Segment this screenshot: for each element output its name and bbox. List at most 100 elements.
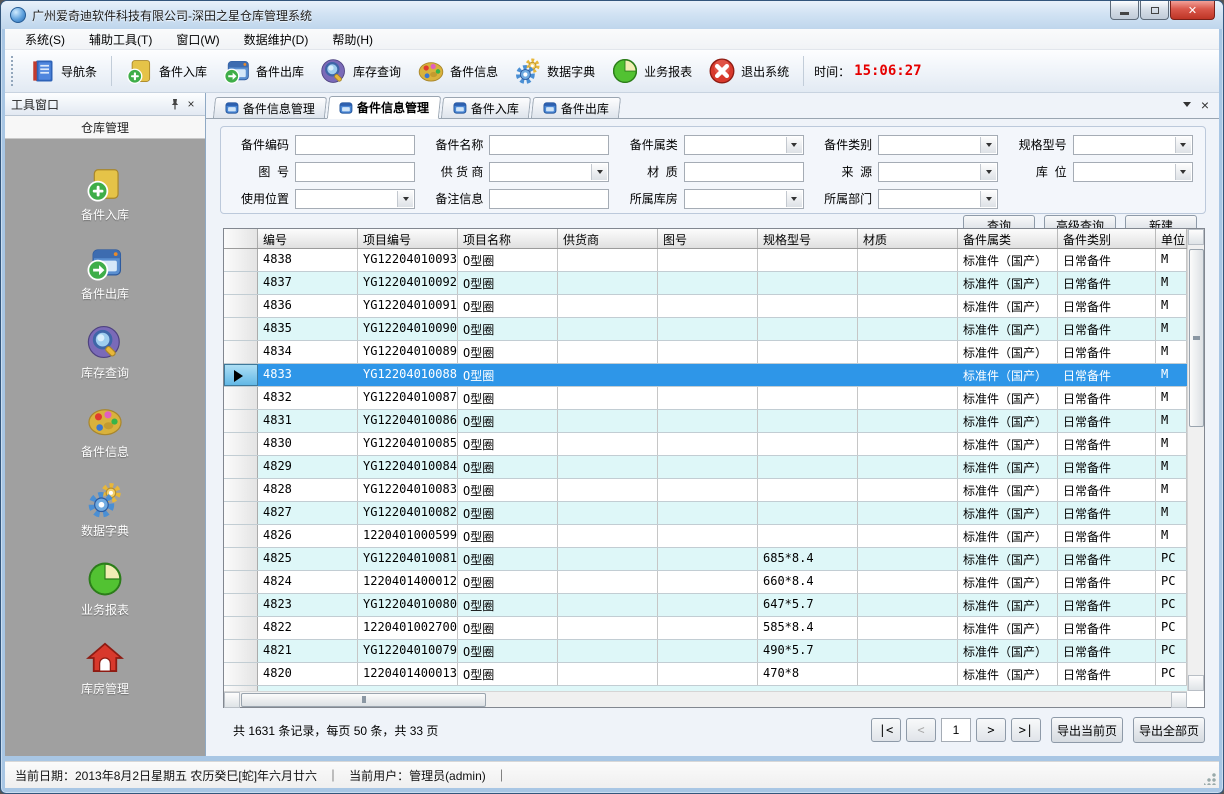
table-cell[interactable] — [858, 341, 958, 363]
table-cell[interactable] — [758, 387, 858, 409]
table-cell[interactable]: 日常备件 — [1058, 525, 1156, 547]
table-cell[interactable] — [658, 364, 758, 386]
table-cell[interactable] — [658, 272, 758, 294]
table-cell[interactable]: 4835 — [258, 318, 358, 340]
table-cell[interactable]: YG12204010087 — [358, 387, 458, 409]
table-cell[interactable]: 4833 — [258, 364, 358, 386]
location-select[interactable] — [1073, 162, 1193, 182]
table-cell[interactable]: 标准件（国产） — [958, 571, 1058, 593]
table-cell[interactable] — [558, 387, 658, 409]
table-cell[interactable] — [658, 617, 758, 639]
export-all-pages-button[interactable]: 导出全部页 — [1133, 717, 1205, 743]
table-cell[interactable]: 日常备件 — [1058, 571, 1156, 593]
toolbar-button-navbar[interactable]: 导航条 — [20, 53, 105, 89]
chevron-down-icon[interactable] — [786, 191, 802, 207]
material-input[interactable] — [684, 162, 804, 182]
row-selector[interactable] — [224, 364, 258, 386]
table-row[interactable]: 48241220401400012O型圈660*8.4标准件（国产）日常备件PC — [224, 571, 1187, 594]
table-cell[interactable]: M — [1156, 341, 1187, 363]
table-cell[interactable] — [858, 433, 958, 455]
table-row[interactable]: 4825YG12204010081O型圈685*8.4标准件（国产）日常备件PC — [224, 548, 1187, 571]
row-selector[interactable] — [224, 341, 258, 363]
table-cell[interactable] — [858, 502, 958, 524]
row-selector[interactable] — [224, 272, 258, 294]
menu-item-aux-tools[interactable]: 辅助工具(T) — [77, 29, 164, 50]
table-cell[interactable]: O型圈 — [458, 410, 558, 432]
row-selector[interactable] — [224, 663, 258, 685]
table-cell[interactable]: O型圈 — [458, 571, 558, 593]
table-cell[interactable]: 685*8.4 — [758, 548, 858, 570]
table-cell[interactable]: M — [1156, 410, 1187, 432]
table-cell[interactable]: 日常备件 — [1058, 433, 1156, 455]
column-header[interactable]: 供货商 — [558, 229, 658, 248]
table-cell[interactable] — [858, 640, 958, 662]
table-cell[interactable] — [658, 387, 758, 409]
table-row[interactable]: 4836YG12204010091O型圈标准件（国产）日常备件M — [224, 295, 1187, 318]
table-cell[interactable] — [558, 341, 658, 363]
table-cell[interactable]: YG12204010080 — [358, 594, 458, 616]
table-cell[interactable] — [858, 387, 958, 409]
row-selector[interactable] — [224, 456, 258, 478]
chevron-down-icon[interactable] — [397, 191, 413, 207]
column-header[interactable]: 项目编号 — [358, 229, 458, 248]
table-cell[interactable]: M — [1156, 479, 1187, 501]
tab-1[interactable]: 备件信息管理 — [213, 97, 327, 118]
table-cell[interactable]: 1220401000599 — [358, 525, 458, 547]
table-cell[interactable]: YG12204010088 — [358, 364, 458, 386]
table-cell[interactable]: 日常备件 — [1058, 295, 1156, 317]
table-cell[interactable]: O型圈 — [458, 502, 558, 524]
table-cell[interactable]: 标准件（国产） — [958, 318, 1058, 340]
row-selector[interactable] — [224, 479, 258, 501]
table-cell[interactable]: 标准件（国产） — [958, 456, 1058, 478]
table-cell[interactable]: 标准件（国产） — [958, 640, 1058, 662]
scroll-down-icon[interactable] — [1188, 675, 1204, 691]
table-cell[interactable] — [858, 364, 958, 386]
table-cell[interactable]: 日常备件 — [1058, 387, 1156, 409]
table-cell[interactable]: M — [1156, 433, 1187, 455]
table-cell[interactable] — [658, 502, 758, 524]
table-row[interactable]: 4827YG12204010082O型圈标准件（国产）日常备件M — [224, 502, 1187, 525]
table-cell[interactable]: 日常备件 — [1058, 341, 1156, 363]
part-name-input[interactable] — [489, 135, 609, 155]
table-cell[interactable] — [858, 663, 958, 685]
table-cell[interactable] — [558, 663, 658, 685]
column-header[interactable]: 编号 — [258, 229, 358, 248]
table-cell[interactable] — [858, 318, 958, 340]
table-cell[interactable] — [758, 502, 858, 524]
toolbar-grip[interactable] — [11, 56, 15, 86]
row-selector[interactable] — [224, 571, 258, 593]
table-cell[interactable]: O型圈 — [458, 295, 558, 317]
table-cell[interactable]: M — [1156, 387, 1187, 409]
table-cell[interactable]: M — [1156, 249, 1187, 271]
table-row[interactable]: 4838YG12204010093O型圈标准件（国产）日常备件M — [224, 249, 1187, 272]
table-cell[interactable] — [758, 410, 858, 432]
table-cell[interactable]: 日常备件 — [1058, 364, 1156, 386]
table-cell[interactable] — [758, 272, 858, 294]
table-cell[interactable] — [658, 571, 758, 593]
table-cell[interactable]: 日常备件 — [1058, 548, 1156, 570]
pin-icon[interactable] — [167, 96, 183, 112]
table-cell[interactable]: YG12204010090 — [358, 318, 458, 340]
table-cell[interactable] — [858, 571, 958, 593]
table-row[interactable]: 4828YG12204010083O型圈标准件（国产）日常备件M — [224, 479, 1187, 502]
table-cell[interactable]: PC — [1156, 617, 1187, 639]
table-row[interactable]: 4829YG12204010084O型圈标准件（国产）日常备件M — [224, 456, 1187, 479]
table-cell[interactable]: M — [1156, 318, 1187, 340]
table-cell[interactable] — [758, 295, 858, 317]
tool-window-close-icon[interactable]: × — [183, 96, 199, 112]
row-selector[interactable] — [224, 548, 258, 570]
drawing-no-input[interactable] — [295, 162, 415, 182]
table-cell[interactable]: O型圈 — [458, 640, 558, 662]
table-cell[interactable] — [558, 433, 658, 455]
table-row[interactable]: 4834YG12204010089O型圈标准件（国产）日常备件M — [224, 341, 1187, 364]
remark-input[interactable] — [489, 189, 609, 209]
table-cell[interactable] — [658, 456, 758, 478]
table-cell[interactable]: O型圈 — [458, 341, 558, 363]
table-cell[interactable]: YG12204010081 — [358, 548, 458, 570]
table-cell[interactable]: PC — [1156, 548, 1187, 570]
tab-3[interactable]: 备件入库 — [441, 97, 531, 118]
table-cell[interactable]: 4827 — [258, 502, 358, 524]
chevron-down-icon[interactable] — [591, 164, 607, 180]
table-cell[interactable]: 4832 — [258, 387, 358, 409]
table-cell[interactable]: M — [1156, 525, 1187, 547]
